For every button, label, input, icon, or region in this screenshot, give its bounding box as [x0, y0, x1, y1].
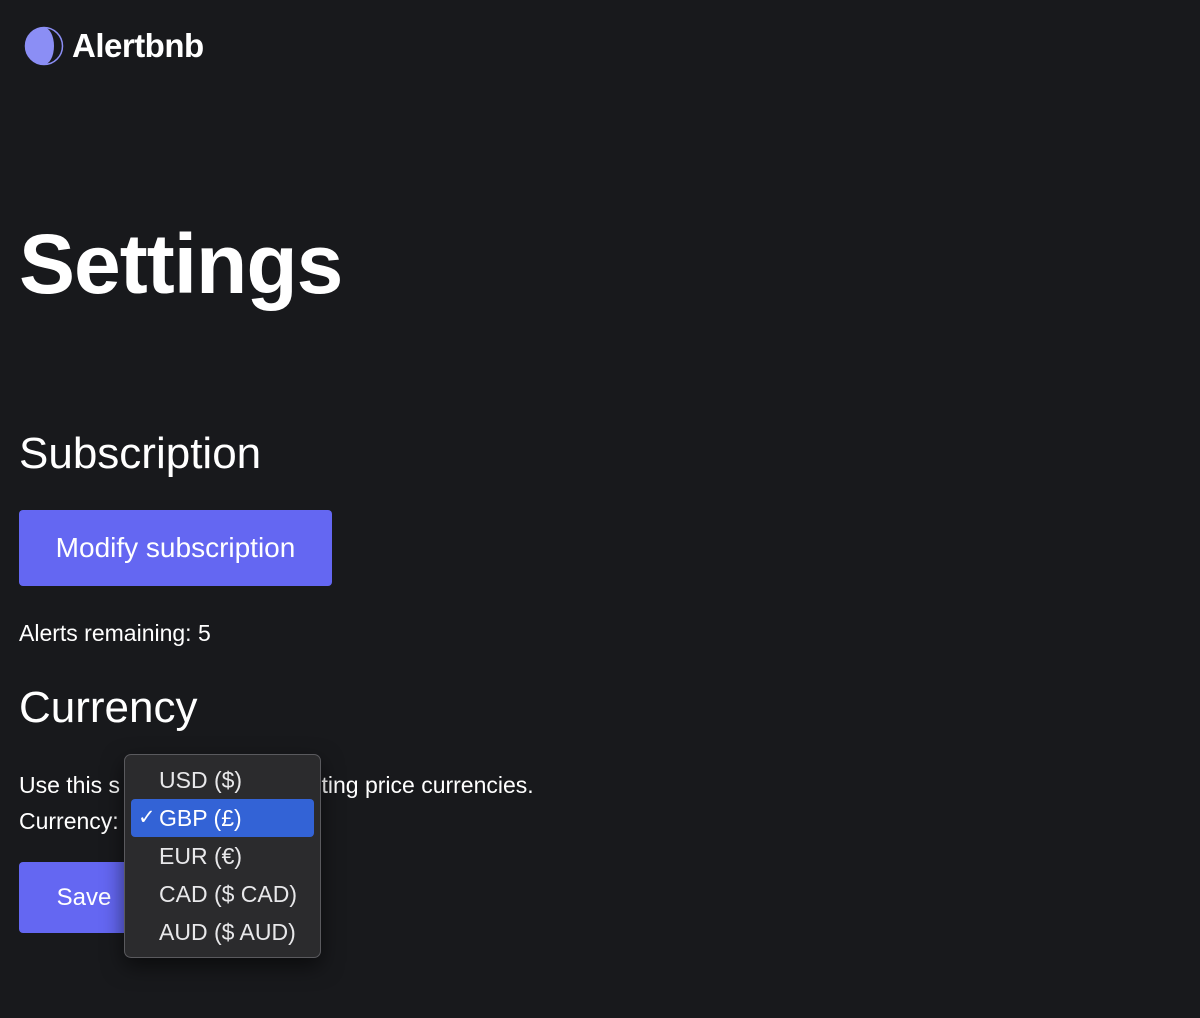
currency-description-end: sting price currencies. — [309, 772, 534, 798]
currency-option-label: USD ($) — [159, 767, 243, 793]
currency-option-label: GBP (£) — [159, 805, 242, 831]
currency-option-label: AUD ($ AUD) — [159, 919, 296, 945]
alerts-remaining-text: Alerts remaining: 5 — [19, 620, 211, 646]
subscription-heading: Subscription — [19, 429, 262, 478]
settings-page: Alertbnb Settings Subscription Modify su… — [0, 0, 1200, 1018]
brand-name: Alertbnb — [72, 27, 204, 64]
currency-heading: Currency — [19, 683, 198, 732]
currency-option-aud[interactable]: AUD ($ AUD) — [131, 913, 314, 951]
checkmark-icon: ✓ — [138, 806, 156, 829]
currency-select-dropdown[interactable]: USD ($) ✓ GBP (£) EUR (€) CAD ($ CAD) AU… — [124, 754, 321, 958]
half-moon-icon — [24, 26, 64, 66]
currency-option-cad[interactable]: CAD ($ CAD) — [131, 875, 314, 913]
currency-option-usd[interactable]: USD ($) — [131, 761, 314, 799]
currency-option-gbp[interactable]: ✓ GBP (£) — [131, 799, 314, 837]
page-title: Settings — [19, 217, 343, 311]
modify-subscription-button[interactable]: Modify subscription — [19, 510, 332, 586]
currency-option-label: EUR (€) — [159, 843, 243, 869]
currency-description-start: Use this s — [19, 772, 120, 798]
currency-option-eur[interactable]: EUR (€) — [131, 837, 314, 875]
currency-option-label: CAD ($ CAD) — [159, 881, 298, 907]
brand[interactable]: Alertbnb — [24, 26, 204, 66]
